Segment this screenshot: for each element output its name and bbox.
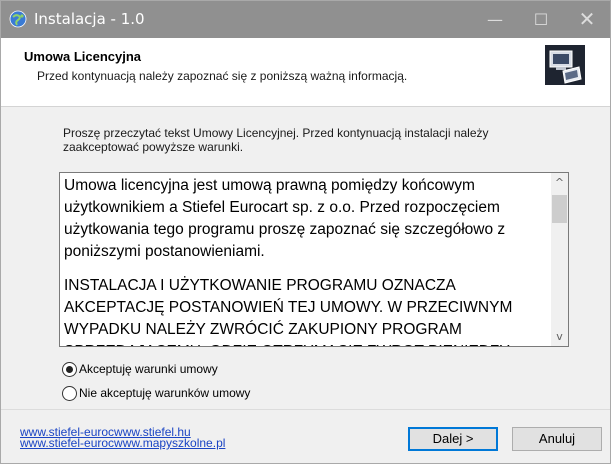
page-subtitle: Przed kontynuacją należy zapoznać się z … <box>37 69 408 83</box>
maximize-button[interactable]: ☐ <box>518 1 564 38</box>
radio-selected-icon[interactable] <box>62 362 77 377</box>
computer-box-icon <box>545 45 585 85</box>
title-bar[interactable]: Instalacja - 1.0 — ☐ ✕ <box>1 1 610 38</box>
accept-label[interactable]: Akceptuję warunki umowy <box>79 362 218 376</box>
decline-label[interactable]: Nie akceptuję warunków umowy <box>79 386 250 400</box>
radio-unselected-icon[interactable] <box>62 386 77 401</box>
license-textbox[interactable]: Umowa licencyjna jest umową prawną pomię… <box>59 172 569 347</box>
close-button[interactable]: ✕ <box>564 1 610 38</box>
page-title: Umowa Licencyjna <box>24 49 142 64</box>
setup-globe-icon <box>9 10 27 28</box>
scroll-down-arrow-icon[interactable]: v <box>551 329 568 346</box>
window-title: Instalacja - 1.0 <box>34 10 145 28</box>
license-paragraph-1: Umowa licencyjna jest umową prawną pomię… <box>64 177 506 260</box>
license-scrollbar[interactable]: ^ v <box>551 173 568 346</box>
scroll-up-arrow-icon[interactable]: ^ <box>551 173 568 190</box>
footer-divider <box>1 409 610 410</box>
link-mapyszkolne[interactable]: www.stiefel-eurocwww.mapyszkolne.pl <box>20 436 225 450</box>
minimize-button[interactable]: — <box>472 1 518 38</box>
installer-window: Instalacja - 1.0 — ☐ ✕ Umowa Licencyjna … <box>0 0 611 464</box>
cancel-button[interactable]: Anuluj <box>512 427 602 451</box>
intro-text: Proszę przeczytać tekst Umowy Licencyjne… <box>63 126 489 154</box>
next-button[interactable]: Dalej > <box>408 427 498 451</box>
license-paragraph-2: INSTALACJA I UŻYTKOWANIE PROGRAMU OZNACZ… <box>64 277 513 346</box>
scrollbar-thumb[interactable] <box>552 195 567 223</box>
license-text: Umowa licencyjna jest umową prawną pomię… <box>64 175 540 346</box>
wizard-header: Umowa Licencyjna Przed kontynuacją należ… <box>1 38 610 107</box>
radio-dot <box>66 366 73 373</box>
